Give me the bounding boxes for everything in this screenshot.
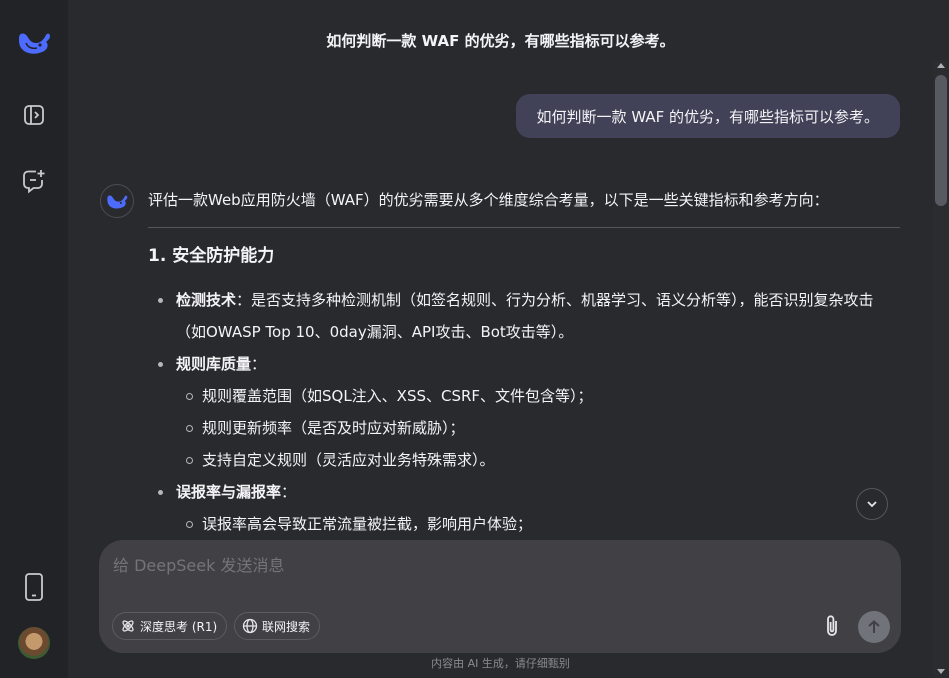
- deepseek-logo-icon[interactable]: [16, 24, 52, 60]
- scroll-up-arrow-icon[interactable]: [937, 63, 945, 68]
- ai-disclaimer: 内容由 AI 生成，请仔细甄别: [431, 657, 570, 670]
- list-item-label: 检测技术: [176, 291, 237, 309]
- list-item: 误报率与漏报率： 误报率高会导致正常流量被拦截，影响用户体验；: [148, 476, 900, 538]
- list-item-label: 误报率与漏报率: [176, 483, 282, 501]
- assistant-answer: 评估一款Web应用防火墙（WAF）的优劣需要从多个维度综合考量，以下是一些关键指…: [148, 186, 900, 538]
- new-chat-icon[interactable]: [16, 163, 52, 199]
- sidebar: [0, 0, 68, 678]
- send-button[interactable]: [858, 611, 890, 643]
- scrollbar[interactable]: [933, 60, 949, 678]
- attach-file-button[interactable]: [818, 612, 846, 640]
- list-item-label: 规则库质量: [176, 355, 252, 373]
- web-search-label: 联网搜索: [262, 619, 311, 634]
- sub-list-item: 规则覆盖范围（如SQL注入、XSS、CSRF、文件包含等）；: [148, 380, 900, 412]
- atom-icon: [122, 620, 134, 632]
- list-item-colon: ：: [251, 355, 267, 373]
- answer-intro: 评估一款Web应用防火墙（WAF）的优劣需要从多个维度综合考量，以下是一些关键指…: [148, 191, 829, 209]
- deep-think-label: 深度思考 (R1): [140, 619, 218, 634]
- divider: [148, 227, 900, 228]
- sub-list-item: 支持自定义规则（灵活应对业务特殊需求）。: [148, 444, 900, 476]
- sub-list-item: 规则更新频率（是否及时应对新威胁）；: [148, 412, 900, 444]
- page-title: 如何判断一款 WAF 的优劣，有哪些指标可以参考。: [326, 31, 675, 50]
- section-heading: 1. 安全防护能力: [148, 246, 275, 266]
- assistant-avatar-icon: [100, 184, 134, 218]
- sub-list: 规则覆盖范围（如SQL注入、XSS、CSRF、文件包含等）； 规则更新频率（是否…: [176, 380, 900, 476]
- user-message-bubble: 如何判断一款 WAF 的优劣，有哪些指标可以参考。: [515, 94, 900, 138]
- deep-think-button[interactable]: 深度思考 (R1): [112, 612, 228, 640]
- list-item-text: ：是否支持多种检测机制（如签名规则、行为分析、机器学习、语义分析等），能否识别复…: [176, 291, 874, 341]
- sub-list-item: 误报率高会导致正常流量被拦截，影响用户体验；: [148, 508, 900, 538]
- list-item: 检测技术：是否支持多种检测机制（如签名规则、行为分析、机器学习、语义分析等），能…: [148, 284, 900, 348]
- web-search-button[interactable]: 联网搜索: [234, 612, 321, 640]
- chevron-down-icon: [867, 501, 877, 508]
- list-item: 规则库质量： 规则覆盖范围（如SQL注入、XSS、CSRF、文件包含等）； 规则…: [148, 348, 900, 476]
- bullet-list: 检测技术：是否支持多种检测机制（如签名规则、行为分析、机器学习、语义分析等），能…: [148, 284, 900, 538]
- mobile-app-icon[interactable]: [16, 569, 52, 605]
- paperclip-icon: [827, 615, 837, 636]
- sidebar-toggle-icon[interactable]: [16, 97, 52, 133]
- sub-list: 误报率高会导致正常流量被拦截，影响用户体验；: [176, 508, 900, 538]
- user-message-text: 如何判断一款 WAF 的优劣，有哪些指标可以参考。: [536, 107, 879, 126]
- scroll-to-bottom-button[interactable]: [856, 488, 888, 520]
- arrow-up-icon: [868, 620, 880, 633]
- scroll-down-arrow-icon[interactable]: [937, 669, 945, 674]
- scrollbar-thumb[interactable]: [935, 75, 947, 206]
- list-item-colon: ：: [281, 483, 297, 501]
- message-input[interactable]: [113, 552, 813, 578]
- globe-icon: [242, 618, 258, 634]
- user-avatar[interactable]: [18, 627, 50, 659]
- message-composer: 深度思考 (R1) 联网搜索: [99, 540, 901, 653]
